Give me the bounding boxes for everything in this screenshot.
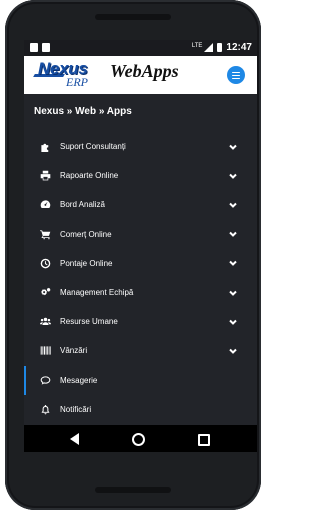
menu-item-vanzari[interactable]: Vânzări: [24, 336, 257, 365]
menu-item-resurse-umane[interactable]: Resurse Umane: [24, 307, 257, 336]
menu-item-rapoarte-online[interactable]: Rapoarte Online: [24, 161, 257, 190]
menu-item-suport-consultanti[interactable]: Suport Consultanți: [24, 132, 257, 161]
phone-frame: LTE 12:47 Nexus ERP WebApps Nexus » Web …: [5, 0, 261, 510]
chevron-down-icon[interactable]: [228, 171, 238, 181]
chevron-down-icon[interactable]: [228, 288, 238, 298]
signal-icon: [204, 43, 214, 52]
chevron-down-icon[interactable]: [228, 317, 238, 327]
hamburger-icon: [232, 71, 240, 74]
bell-icon: [38, 402, 52, 416]
speaker-bottom: [95, 487, 171, 493]
home-icon[interactable]: [132, 433, 145, 446]
notification-icon: [30, 43, 38, 52]
chevron-down-icon[interactable]: [228, 200, 238, 210]
menu-item-label: Bord Analiză: [60, 200, 105, 210]
screen: LTE 12:47 Nexus ERP WebApps Nexus » Web …: [24, 40, 257, 452]
menu-item-bord-analiza[interactable]: Bord Analiză: [24, 190, 257, 219]
users-icon: [38, 315, 52, 329]
printer-icon: [38, 169, 52, 183]
menu-item-label: Resurse Umane: [60, 317, 118, 327]
chevron-down-icon[interactable]: [228, 258, 238, 268]
cogs-icon: [38, 286, 52, 300]
menu-item-label: Rapoarte Online: [60, 171, 119, 181]
menu-item-management-echipa[interactable]: Management Echipă: [24, 278, 257, 307]
barcode-icon: [38, 344, 52, 358]
page-title: WebApps: [110, 61, 179, 81]
logo-subtext: ERP: [66, 75, 88, 89]
status-time: 12:47: [226, 42, 252, 53]
clock-icon: [38, 256, 52, 270]
battery-icon: [217, 43, 223, 52]
puzzle-icon: [38, 140, 52, 154]
status-bar: LTE 12:47: [24, 40, 257, 56]
sd-card-icon: [42, 43, 50, 52]
menu-item-label: Comerț Online: [60, 229, 112, 239]
chat-icon: [38, 373, 52, 387]
menu-item-label: Notificări: [60, 404, 92, 414]
app-header: Nexus ERP WebApps: [24, 56, 257, 94]
cart-icon: [38, 227, 52, 241]
chevron-down-icon[interactable]: [228, 229, 238, 239]
network-type: LTE: [191, 42, 203, 49]
breadcrumb: Nexus » Web » Apps: [34, 106, 132, 117]
side-menu: Suport Consultanți Rapoarte Online Bord …: [24, 132, 257, 424]
chevron-down-icon[interactable]: [228, 142, 238, 152]
menu-item-label: Vânzări: [60, 346, 88, 356]
menu-item-mesagerie[interactable]: Mesagerie: [24, 365, 257, 395]
back-icon[interactable]: [70, 433, 79, 445]
menu-item-pontaje-online[interactable]: Pontaje Online: [24, 249, 257, 278]
menu-item-label: Management Echipă: [60, 288, 134, 298]
gauge-icon: [38, 198, 52, 212]
chevron-down-icon[interactable]: [228, 346, 238, 356]
android-nav-bar: [24, 425, 257, 452]
recent-apps-icon[interactable]: [198, 434, 210, 446]
speaker-top: [95, 14, 171, 20]
hamburger-menu-button[interactable]: [227, 66, 245, 84]
nexus-erp-logo[interactable]: Nexus ERP: [33, 59, 106, 90]
menu-item-label: Mesagerie: [60, 375, 98, 385]
menu-item-label: Pontaje Online: [60, 258, 113, 268]
menu-item-notificari[interactable]: Notificări: [24, 395, 257, 424]
menu-item-comert-online[interactable]: Comerț Online: [24, 220, 257, 249]
menu-item-label: Suport Consultanți: [60, 142, 126, 152]
